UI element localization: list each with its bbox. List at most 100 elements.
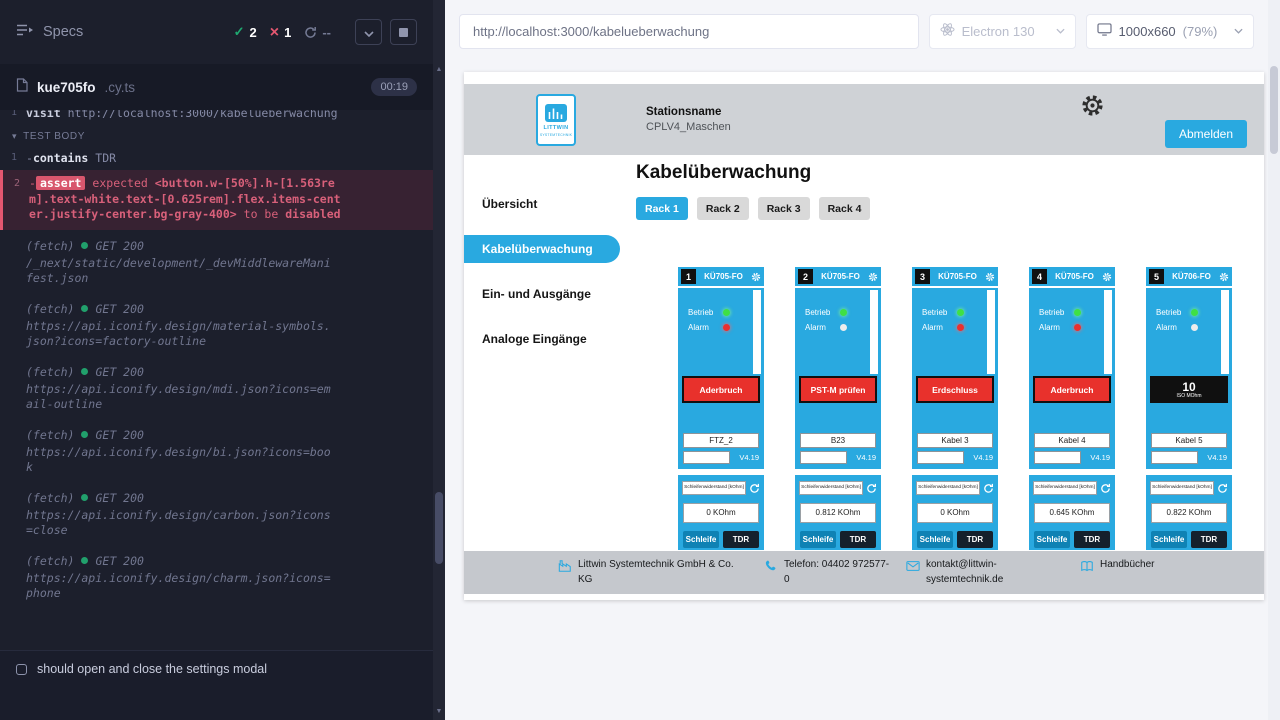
measurement-label: Schleifenwiderstand [kOhm] bbox=[682, 481, 746, 495]
tdr-button[interactable]: TDR bbox=[1191, 531, 1227, 548]
fetch-log-body: (fetch)GET 200https://api.iconify.design… bbox=[26, 364, 427, 413]
footer-item-phone[interactable]: Telefon: 04402 972577-0 bbox=[764, 558, 894, 587]
tdr-button[interactable]: TDR bbox=[723, 531, 759, 548]
visit-command-row[interactable]: 1 visit http://localhost:3000/kabelueber… bbox=[0, 110, 433, 123]
fetch-log-entry[interactable]: (fetch)GET 200https://api.iconify.design… bbox=[0, 422, 433, 482]
logout-button[interactable]: Abmelden bbox=[1165, 120, 1247, 148]
footer-item-email[interactable]: kontakt@littwin-systemtechnik.de bbox=[906, 558, 1012, 587]
schleife-button[interactable]: Schleife bbox=[1151, 531, 1187, 548]
sidebar-item-analoge-eingange[interactable]: Analoge Eingänge bbox=[464, 325, 620, 353]
fetch-url: https://api.iconify.design/charm.json?ic… bbox=[26, 571, 334, 602]
device-model: KÜ705-FO bbox=[698, 272, 749, 281]
scrollbar-thumb[interactable] bbox=[435, 492, 443, 564]
fetch-log-entry[interactable]: (fetch)GET 200https://api.iconify.design… bbox=[0, 359, 433, 419]
device-settings-icon[interactable] bbox=[985, 272, 995, 282]
iso-value-unit: ISO MOhm bbox=[1176, 394, 1201, 399]
failed-assert-row[interactable]: 2 assert expected <button.w-[50%].h-[1.5… bbox=[0, 170, 433, 230]
alarm-indicator: Alarm bbox=[912, 323, 998, 332]
scroll-up-arrow[interactable] bbox=[433, 66, 445, 73]
scroll-down-arrow[interactable] bbox=[433, 708, 445, 715]
failed-count[interactable]: 1 bbox=[270, 25, 292, 40]
schleife-button[interactable]: Schleife bbox=[683, 531, 719, 548]
sidebar-item-kabeluberwachung[interactable]: Kabelüberwachung bbox=[464, 235, 620, 263]
reporter-panel: Specs 2 1 -- kue705fo.cy.ts 00:19 1 visi… bbox=[0, 0, 433, 720]
fetch-log-entry[interactable]: (fetch)GET 200https://api.iconify.design… bbox=[0, 548, 433, 608]
version-input[interactable] bbox=[683, 451, 730, 464]
command-number bbox=[0, 490, 26, 539]
fetch-log-head: (fetch)GET 200 bbox=[26, 364, 427, 380]
page-scrollbar[interactable] bbox=[1268, 0, 1280, 720]
device-settings-icon[interactable] bbox=[868, 272, 878, 282]
fetch-status: GET 200 bbox=[95, 301, 143, 317]
schleife-button[interactable]: Schleife bbox=[1034, 531, 1070, 548]
sidebar-item-ubersicht[interactable]: Übersicht bbox=[464, 190, 620, 218]
status-alarm-button[interactable]: Aderbruch bbox=[684, 378, 758, 401]
tdr-button[interactable]: TDR bbox=[1074, 531, 1110, 548]
command-number: 1 bbox=[0, 150, 26, 166]
fetch-status: GET 200 bbox=[95, 238, 143, 254]
test-body-section[interactable]: TEST BODY bbox=[0, 123, 433, 148]
specs-label: Specs bbox=[43, 24, 83, 40]
tab-rack-4[interactable]: Rack 4 bbox=[819, 197, 871, 220]
refresh-icon[interactable] bbox=[983, 483, 994, 494]
check-icon bbox=[234, 24, 245, 40]
next-test-bar[interactable]: should open and close the settings modal bbox=[0, 650, 433, 720]
settings-gear-icon[interactable] bbox=[1080, 93, 1105, 123]
stop-button[interactable] bbox=[390, 19, 417, 45]
footer-item-manuals[interactable]: Handbücher bbox=[1080, 558, 1154, 573]
sidebar-item-ein-und-ausgange[interactable]: Ein- und Ausgänge bbox=[464, 280, 620, 308]
electron-icon bbox=[940, 22, 955, 40]
refresh-icon[interactable] bbox=[866, 483, 877, 494]
version-input[interactable] bbox=[800, 451, 847, 464]
scrollbar-thumb[interactable] bbox=[1270, 66, 1278, 154]
spec-name[interactable]: kue705fo bbox=[37, 80, 96, 95]
fetch-log-head: (fetch)GET 200 bbox=[26, 238, 427, 254]
specs-menu-button[interactable]: Specs bbox=[16, 23, 83, 41]
fetch-log-entry[interactable]: (fetch)GET 200https://api.iconify.design… bbox=[0, 485, 433, 545]
pending-count[interactable]: -- bbox=[304, 25, 331, 40]
refresh-icon bbox=[304, 26, 317, 39]
chevron-down-icon bbox=[364, 25, 374, 40]
aut-stage: LITTWIN SYSTEMTECHNIK Stationsname CPLV4… bbox=[445, 62, 1268, 720]
tdr-button[interactable]: TDR bbox=[957, 531, 993, 548]
fetch-log-body: (fetch)GET 200https://api.iconify.design… bbox=[26, 553, 427, 602]
version-input[interactable] bbox=[1034, 451, 1081, 464]
refresh-icon[interactable] bbox=[1100, 483, 1111, 494]
schleife-button[interactable]: Schleife bbox=[800, 531, 836, 548]
measurement-label: Schleifenwiderstand [kOhm] bbox=[1150, 481, 1214, 495]
tab-rack-3[interactable]: Rack 3 bbox=[758, 197, 810, 220]
device-settings-icon[interactable] bbox=[751, 272, 761, 282]
fetch-log-entry[interactable]: (fetch)GET 200https://api.iconify.design… bbox=[0, 296, 433, 356]
reporter-scrollbar[interactable] bbox=[433, 0, 445, 720]
alarm-indicator: Alarm bbox=[1029, 323, 1115, 332]
footer-text: Littwin Systemtechnik GmbH & Co. KG bbox=[578, 558, 750, 587]
status-alarm-button[interactable]: Erdschluss bbox=[918, 378, 992, 401]
tdr-button[interactable]: TDR bbox=[840, 531, 876, 548]
schleife-button[interactable]: Schleife bbox=[917, 531, 953, 548]
status-alarm-button[interactable]: Aderbruch bbox=[1035, 378, 1109, 401]
url-input[interactable] bbox=[459, 14, 919, 49]
fetch-tag: (fetch) bbox=[26, 427, 74, 443]
command-number: 2 bbox=[3, 176, 29, 223]
viewport-select[interactable]: 1000x660 (79%) bbox=[1086, 14, 1254, 49]
device-settings-icon[interactable] bbox=[1219, 272, 1229, 282]
test-stats: 2 1 -- bbox=[234, 24, 331, 40]
refresh-icon[interactable] bbox=[1217, 483, 1228, 494]
cable-graphic bbox=[987, 290, 995, 374]
tab-rack-1[interactable]: Rack 1 bbox=[636, 197, 688, 220]
status-alarm-button[interactable]: PST-M prüfen bbox=[801, 378, 875, 401]
passed-count[interactable]: 2 bbox=[234, 24, 257, 40]
version-input[interactable] bbox=[917, 451, 964, 464]
collapse-panel-button[interactable] bbox=[355, 19, 382, 45]
station-name: CPLV4_Maschen bbox=[646, 121, 731, 133]
device-settings-icon[interactable] bbox=[1102, 272, 1112, 282]
browser-select[interactable]: Electron 130 bbox=[929, 14, 1076, 49]
fetch-status: GET 200 bbox=[95, 490, 143, 506]
contains-command-row[interactable]: 1 contains TDR bbox=[0, 148, 433, 168]
fetch-log-entry[interactable]: (fetch)GET 200/_next/static/development/… bbox=[0, 233, 433, 293]
tab-rack-2[interactable]: Rack 2 bbox=[697, 197, 749, 220]
version-input[interactable] bbox=[1151, 451, 1198, 464]
viewport-icon bbox=[1097, 23, 1112, 39]
card-buttons: SchleifeTDR bbox=[917, 531, 993, 548]
refresh-icon[interactable] bbox=[749, 483, 760, 494]
